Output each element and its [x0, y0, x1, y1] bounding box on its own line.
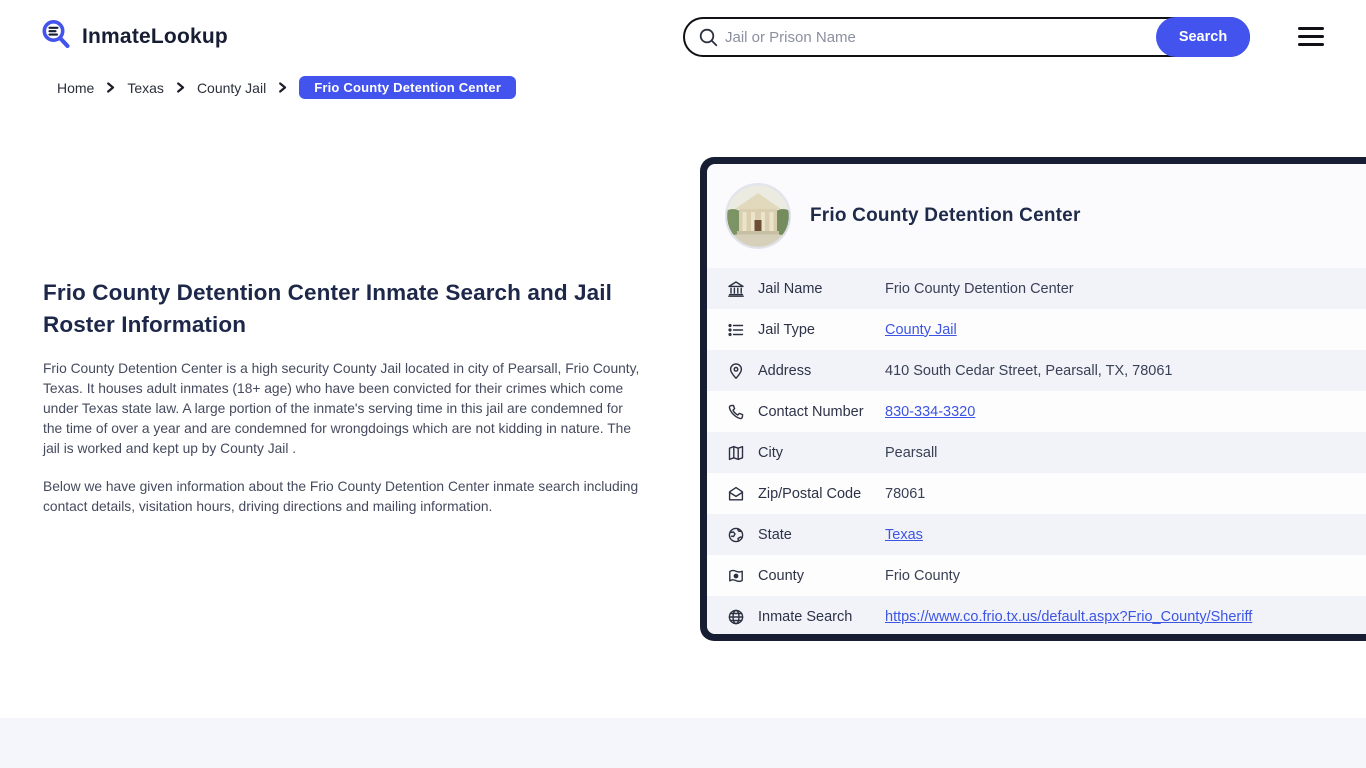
- page-title: Frio County Detention Center Inmate Sear…: [43, 280, 612, 337]
- table-row-inmate-search: Inmate Search https://www.co.frio.tx.us/…: [707, 596, 1366, 634]
- chevron-right-icon: [105, 82, 116, 93]
- breadcrumb-texas-link[interactable]: Texas: [127, 80, 164, 96]
- footer-strip: [0, 718, 1366, 768]
- row-value: 78061: [885, 485, 926, 502]
- list-icon: [727, 321, 745, 339]
- jail-detail-card: Frio County Detention Center Jail Name F…: [700, 157, 1366, 641]
- row-label: Inmate Search: [758, 608, 853, 625]
- row-label: Zip/Postal Code: [758, 485, 862, 502]
- row-label: Contact Number: [758, 403, 864, 420]
- article-paragraph: Below we have given information about th…: [43, 479, 639, 514]
- earth-icon: [727, 526, 745, 544]
- row-label: Jail Type: [758, 321, 815, 338]
- article: Frio County Detention Center Inmate Sear…: [43, 277, 643, 517]
- brand-logo[interactable]: InmateLookup: [40, 18, 228, 56]
- jail-card-title: Frio County Detention Center: [810, 205, 1081, 226]
- article-paragraph: Frio County Detention Center is a high s…: [43, 361, 640, 456]
- breadcrumb-current-badge: Frio County Detention Center: [299, 76, 517, 99]
- inmate-search-link[interactable]: https://www.co.frio.tx.us/default.aspx?F…: [885, 609, 1252, 625]
- map-icon: [727, 444, 745, 462]
- table-row-jail-type: Jail Type County Jail: [707, 309, 1366, 350]
- jail-detail-table: Jail Name Frio County Detention Center J…: [707, 268, 1366, 634]
- globe-icon: [727, 608, 745, 626]
- jail-type-link[interactable]: County Jail: [885, 322, 957, 338]
- bank-icon: [727, 280, 745, 298]
- table-row-zip: Zip/Postal Code 78061: [707, 473, 1366, 514]
- card-header: Frio County Detention Center: [707, 164, 1366, 268]
- row-value: Pearsall: [885, 444, 938, 461]
- jail-detail-card-body: Frio County Detention Center Jail Name F…: [707, 164, 1366, 634]
- breadcrumb-home-link[interactable]: Home: [57, 80, 94, 96]
- row-value: Frio County: [885, 567, 960, 584]
- inmatelookup-magnifier-icon: [40, 18, 73, 56]
- search-button[interactable]: Search: [1156, 17, 1250, 57]
- row-label: Jail Name: [758, 280, 823, 297]
- menu-hamburger-icon[interactable]: [1298, 27, 1324, 47]
- row-value: 410 South Cedar Street, Pearsall, TX, 78…: [885, 362, 1173, 379]
- row-value: Frio County Detention Center: [885, 280, 1074, 297]
- map-marked-icon: [727, 567, 745, 585]
- table-row-city: City Pearsall: [707, 432, 1366, 473]
- brand-name: InmateLookup: [82, 25, 228, 48]
- table-row-county: County Frio County: [707, 555, 1366, 596]
- row-label: County: [758, 567, 804, 584]
- table-row-address: Address 410 South Cedar Street, Pearsall…: [707, 350, 1366, 391]
- table-row-state: State Texas: [707, 514, 1366, 555]
- table-row-contact-number: Contact Number 830-334-3320: [707, 391, 1366, 432]
- jail-photo-avatar: [725, 183, 791, 249]
- row-label: State: [758, 526, 792, 543]
- search-bar: Search: [683, 17, 1250, 57]
- search-input[interactable]: [725, 19, 1105, 55]
- envelope-open-icon: [727, 485, 745, 503]
- table-row-jail-name: Jail Name Frio County Detention Center: [707, 268, 1366, 309]
- state-link[interactable]: Texas: [885, 527, 923, 543]
- breadcrumb-county-jail-link[interactable]: County Jail: [197, 80, 266, 96]
- row-label: City: [758, 444, 783, 461]
- chevron-right-icon: [175, 82, 186, 93]
- chevron-right-icon: [277, 82, 288, 93]
- search-icon: [698, 27, 719, 53]
- contact-number-link[interactable]: 830-334-3320: [885, 404, 975, 420]
- breadcrumb: Home Texas County Jail Frio County Deten…: [57, 76, 517, 99]
- phone-icon: [727, 403, 745, 421]
- map-pin-icon: [727, 362, 745, 380]
- row-label: Address: [758, 362, 812, 379]
